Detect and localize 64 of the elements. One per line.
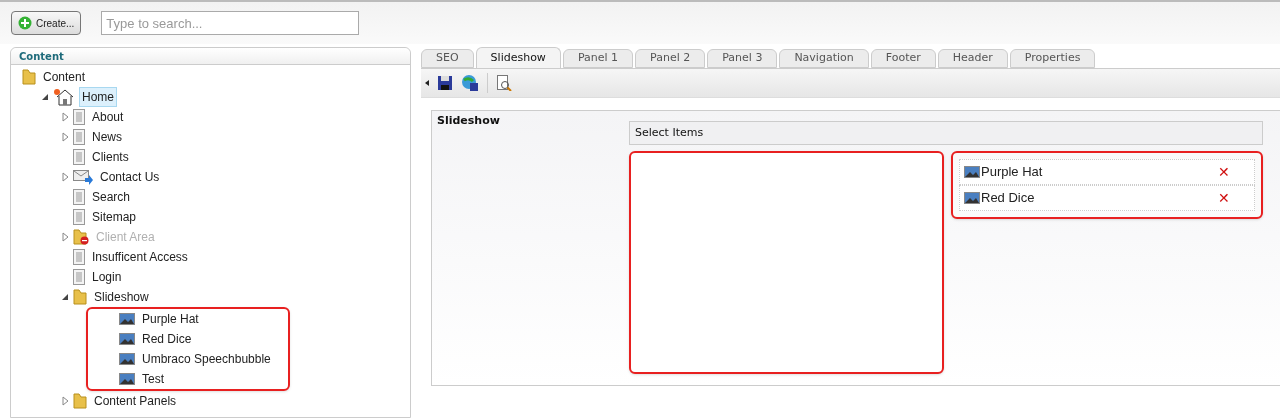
folder-icon bbox=[22, 69, 36, 85]
page-icon bbox=[73, 209, 85, 225]
folder-icon bbox=[73, 393, 87, 409]
picker-header: Select Items bbox=[629, 121, 1263, 145]
tab[interactable]: SEO bbox=[421, 49, 474, 68]
tree-item[interactable]: About bbox=[89, 107, 127, 127]
tab[interactable]: Panel 1 bbox=[562, 49, 634, 68]
tree-item[interactable]: Home bbox=[79, 87, 117, 107]
tab[interactable]: Slideshow bbox=[475, 47, 561, 68]
available-items-list[interactable] bbox=[629, 151, 944, 374]
create-button[interactable]: Create... bbox=[11, 11, 82, 35]
collapse-arrow-icon[interactable] bbox=[42, 93, 49, 101]
page-icon bbox=[73, 129, 85, 145]
property-label: Slideshow bbox=[437, 113, 501, 129]
tree-item[interactable]: Clients bbox=[89, 147, 132, 167]
tree-item[interactable]: Red Dice bbox=[139, 329, 195, 349]
preview-icon[interactable] bbox=[496, 75, 512, 91]
page-icon bbox=[73, 269, 85, 285]
tree-item[interactable]: Test bbox=[139, 369, 167, 389]
search-field[interactable]: Type to search... bbox=[101, 11, 360, 35]
tree-item[interactable]: Insufficent Access bbox=[89, 247, 191, 267]
tab[interactable]: Panel 2 bbox=[635, 49, 706, 68]
tab[interactable]: Navigation bbox=[779, 49, 869, 68]
page-icon bbox=[73, 149, 85, 165]
collapse-arrow-icon[interactable] bbox=[62, 293, 69, 301]
tab[interactable]: Panel 3 bbox=[707, 49, 778, 68]
selected-item[interactable]: Purple Hat bbox=[981, 162, 1217, 182]
panel-title: Content bbox=[19, 49, 64, 64]
tree-item[interactable]: News bbox=[89, 127, 125, 147]
selected-item[interactable]: Red Dice bbox=[981, 188, 1217, 208]
tree-item[interactable]: Content Panels bbox=[91, 391, 180, 411]
expand-arrow-icon[interactable] bbox=[62, 172, 69, 182]
folder-icon bbox=[73, 289, 87, 305]
image-icon bbox=[119, 313, 135, 325]
tree-item[interactable]: Contact Us bbox=[97, 167, 163, 187]
tree-item[interactable]: Umbraco Speechbubble bbox=[139, 349, 274, 369]
page-icon bbox=[73, 249, 85, 265]
tree-item[interactable]: Search bbox=[89, 187, 134, 207]
globe-save-icon[interactable] bbox=[461, 74, 479, 92]
remove-button[interactable]: ✕ bbox=[1218, 191, 1230, 205]
caret-icon[interactable] bbox=[425, 80, 429, 86]
tree-item[interactable]: Purple Hat bbox=[139, 309, 202, 329]
image-icon bbox=[964, 192, 980, 204]
folder-icon bbox=[73, 229, 89, 245]
page-icon bbox=[73, 109, 85, 125]
tree-item[interactable]: Login bbox=[89, 267, 125, 287]
tab[interactable]: Header bbox=[937, 49, 1008, 68]
page-icon bbox=[73, 189, 85, 205]
tab[interactable]: Properties bbox=[1009, 49, 1096, 68]
house-icon bbox=[53, 88, 75, 106]
tab[interactable]: Footer bbox=[870, 49, 936, 68]
image-icon bbox=[964, 166, 980, 178]
image-icon bbox=[119, 353, 135, 365]
remove-button[interactable]: ✕ bbox=[1218, 165, 1230, 179]
envelope-icon bbox=[73, 169, 93, 185]
plus-icon bbox=[18, 16, 32, 30]
image-icon bbox=[119, 373, 135, 385]
image-icon bbox=[119, 333, 135, 345]
expand-arrow-icon[interactable] bbox=[62, 396, 69, 406]
tree-item[interactable]: Slideshow bbox=[91, 287, 152, 307]
tree-item[interactable]: Sitemap bbox=[89, 207, 140, 227]
tree-item[interactable]: Content bbox=[40, 67, 89, 87]
save-icon[interactable] bbox=[437, 75, 453, 91]
expand-arrow-icon[interactable] bbox=[62, 232, 69, 242]
